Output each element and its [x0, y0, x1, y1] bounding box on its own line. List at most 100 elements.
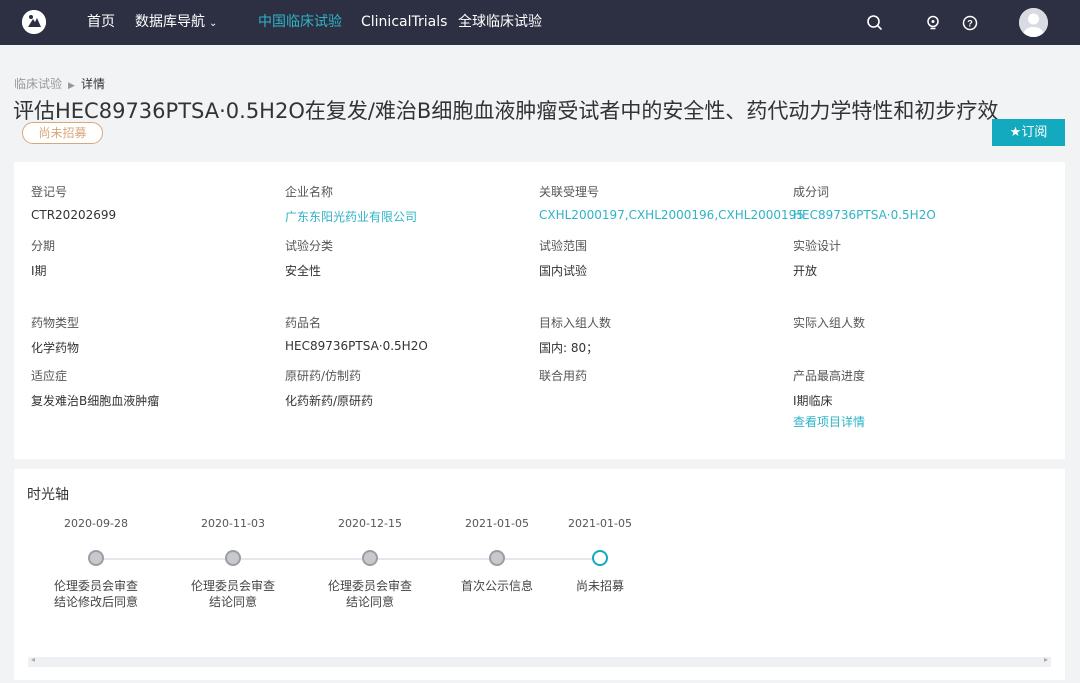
timeline-label-line2: 结论同意: [345, 595, 394, 609]
timeline-date: 2020-09-28: [64, 517, 128, 530]
help-icon[interactable]: ?: [960, 13, 980, 33]
field-acceptance-no: 关联受理号 CXHL2000197,CXHL2000196,CXHL200019…: [539, 183, 804, 222]
field-ingredient: 成分词 HEC89736PTSA·0.5H2O: [793, 183, 1043, 222]
field-label: 联合用药: [539, 369, 588, 383]
search-icon[interactable]: [865, 13, 885, 33]
field-label: 药物类型: [31, 316, 80, 330]
breadcrumb-parent[interactable]: 临床试验: [14, 77, 62, 91]
status-badge: 尚未招募: [22, 122, 103, 144]
timeline-label-line1: 首次公示信息: [460, 579, 533, 593]
chevron-down-icon: ⌄: [209, 18, 218, 29]
field-label: 产品最高进度: [793, 369, 866, 383]
field-value: 国内: 80；: [539, 341, 599, 355]
timeline-item: 2020-12-15 伦理委员会审查 结论同意: [310, 517, 430, 610]
timeline-item-current: 2021-01-05 尚未招募: [540, 517, 660, 594]
field-label: 目标入组人数: [539, 316, 612, 330]
field-drug-type: 药物类型 化学药物: [31, 314, 281, 356]
breadcrumb-current: 详情: [80, 77, 105, 91]
field-company: 企业名称 广东东阳光药业有限公司: [285, 183, 535, 225]
top-navigation-bar: 首页 数据库导航 ⌄ 中国临床试验 ClinicalTrials 全球临床试验 ?: [0, 0, 1080, 45]
field-max-progress: 产品最高进度 I期临床 查看项目详情: [793, 367, 1043, 430]
breadcrumb: 临床试验 ▶ 详情: [14, 75, 105, 92]
timeline-dot[interactable]: [88, 550, 104, 566]
page-title: 评估HEC89736PTSA·0.5H2O在复发/难治B细胞血液肿瘤受试者中的安…: [13, 99, 999, 123]
field-label: 药品名: [285, 316, 322, 330]
field-trial-category: 试验分类 安全性: [285, 237, 535, 279]
field-label: 实验设计: [793, 239, 842, 253]
timeline-dot[interactable]: [489, 550, 505, 566]
field-value: 化药新药/原研药: [285, 394, 374, 408]
logo-icon[interactable]: [22, 10, 46, 34]
trial-info-card: 登记号 CTR20202699 企业名称 广东东阳光药业有限公司 关联受理号 C…: [14, 162, 1065, 459]
field-label: 分期: [31, 239, 56, 253]
field-label: 试验范围: [539, 239, 588, 253]
nav-home[interactable]: 首页: [87, 0, 115, 45]
timeline-date: 2021-01-05: [465, 517, 529, 530]
timeline-label-line1: 伦理委员会审查: [53, 579, 138, 593]
timeline-dot[interactable]: [225, 550, 241, 566]
timeline-item: 2020-09-28 伦理委员会审查 结论修改后同意: [36, 517, 156, 610]
company-link[interactable]: 广东东阳光药业有限公司: [285, 208, 535, 225]
scroll-left-icon[interactable]: ◂: [31, 655, 35, 664]
field-label: 登记号: [31, 185, 68, 199]
field-label: 实际入组人数: [793, 316, 866, 330]
field-value: 开放: [793, 264, 818, 278]
field-actual-enroll: 实际入组人数: [793, 314, 1043, 339]
ingredient-link[interactable]: HEC89736PTSA·0.5H2O: [793, 208, 1043, 222]
field-design: 实验设计 开放: [793, 237, 1043, 279]
field-value: HEC89736PTSA·0.5H2O: [285, 339, 428, 353]
field-target-enroll: 目标入组人数 国内: 80；: [539, 314, 789, 356]
field-value: CTR20202699: [31, 208, 117, 222]
lightbulb-icon[interactable]: [923, 13, 943, 33]
field-value: I期临床: [793, 394, 833, 408]
field-value: 安全性: [285, 264, 322, 278]
field-label: 试验分类: [285, 239, 334, 253]
timeline-label: 伦理委员会审查 结论同意: [310, 578, 430, 610]
timeline-label-line2: 结论修改后同意: [53, 595, 138, 609]
timeline-item: 2020-11-03 伦理委员会审查 结论同意: [173, 517, 293, 610]
field-combination: 联合用药: [539, 367, 789, 392]
nav-clinicaltrials[interactable]: ClinicalTrials: [361, 0, 447, 45]
timeline-label-line2: 结论同意: [208, 595, 257, 609]
field-value: 化学药物: [31, 341, 80, 355]
timeline-label: 伦理委员会审查 结论修改后同意: [36, 578, 156, 610]
timeline-card: 时光轴 2020-09-28 伦理委员会审查 结论修改后同意 2020-11-0…: [14, 469, 1065, 680]
scroll-right-icon[interactable]: ▸: [1044, 655, 1048, 664]
user-avatar[interactable]: [1019, 8, 1048, 37]
field-reg-no: 登记号 CTR20202699: [31, 183, 281, 222]
timeline-dot-current[interactable]: [592, 550, 608, 566]
field-indication: 适应症 复发难治B细胞血液肿瘤: [31, 367, 281, 409]
field-label: 原研药/仿制药: [285, 369, 362, 383]
timeline-label: 尚未招募: [540, 578, 660, 594]
timeline-date: 2020-12-15: [338, 517, 402, 530]
field-value: 国内试验: [539, 264, 588, 278]
acceptance-no-link[interactable]: CXHL2000197,CXHL2000196,CXHL2000195: [539, 208, 804, 222]
field-value: I期: [31, 264, 47, 278]
timeline-label: 伦理委员会审查 结论同意: [173, 578, 293, 610]
field-drug-name: 药品名 HEC89736PTSA·0.5H2O: [285, 314, 535, 353]
timeline-date: 2021-01-05: [568, 517, 632, 530]
timeline-label-line1: 伦理委员会审查: [327, 579, 412, 593]
nav-database[interactable]: 数据库导航 ⌄: [135, 0, 217, 45]
timeline-label-line1: 尚未招募: [575, 579, 624, 593]
nav-china-trials[interactable]: 中国临床试验: [258, 0, 342, 45]
timeline-item: 2021-01-05 首次公示信息: [437, 517, 557, 594]
timeline-label: 首次公示信息: [437, 578, 557, 594]
timeline-label-line1: 伦理委员会审查: [190, 579, 275, 593]
field-phase: 分期 I期: [31, 237, 281, 279]
subscribe-button[interactable]: ★订阅: [992, 119, 1065, 146]
timeline-title: 时光轴: [27, 487, 69, 503]
field-label: 成分词: [793, 185, 830, 199]
field-label: 适应症: [31, 369, 68, 383]
field-label: 企业名称: [285, 185, 334, 199]
nav-global-trials[interactable]: 全球临床试验: [458, 0, 542, 45]
view-project-details-link[interactable]: 查看项目详情: [793, 413, 1043, 430]
caret-right-icon: ▶: [68, 81, 75, 91]
timeline-date: 2020-11-03: [201, 517, 265, 530]
field-value: 复发难治B细胞血液肿瘤: [31, 394, 160, 408]
timeline-dot[interactable]: [362, 550, 378, 566]
field-origin: 原研药/仿制药 化药新药/原研药: [285, 367, 535, 409]
field-label: 关联受理号: [539, 185, 600, 199]
field-trial-scope: 试验范围 国内试验: [539, 237, 789, 279]
horizontal-scrollbar[interactable]: ◂ ▸: [28, 655, 1051, 667]
